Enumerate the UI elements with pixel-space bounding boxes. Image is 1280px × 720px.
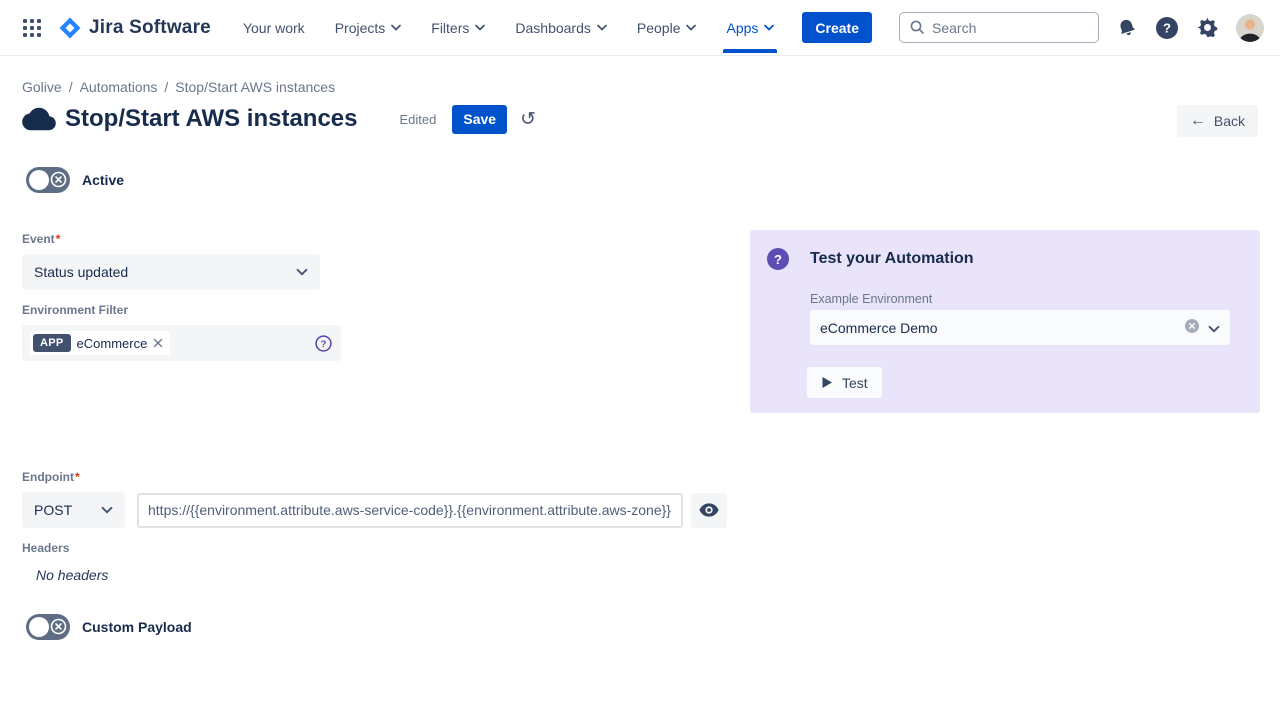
tag-type-badge: APP xyxy=(33,334,71,352)
primary-nav: Your work Projects Filters Dashboards Pe… xyxy=(243,20,774,36)
environment-tag: APP eCommerce xyxy=(30,331,170,355)
no-headers-text: No headers xyxy=(36,567,108,583)
jira-logo[interactable]: Jira Software xyxy=(58,16,211,40)
play-icon xyxy=(821,376,833,389)
breadcrumb: Golive / Automations / Stop/Start AWS in… xyxy=(22,79,335,95)
user-avatar[interactable] xyxy=(1236,14,1264,42)
nav-item-apps[interactable]: Apps xyxy=(726,20,774,36)
undo-icon[interactable]: ↺ xyxy=(520,110,536,129)
svg-text:?: ? xyxy=(321,339,327,350)
top-navigation: Jira Software Your work Projects Filters… xyxy=(0,0,1280,56)
nav-item-people[interactable]: People xyxy=(637,20,697,36)
tag-remove-icon[interactable] xyxy=(153,338,163,348)
chevron-down-icon xyxy=(764,24,774,31)
nav-item-your-work[interactable]: Your work xyxy=(243,20,305,36)
breadcrumb-separator: / xyxy=(69,79,73,95)
chevron-down-icon xyxy=(1208,320,1220,336)
nav-item-projects[interactable]: Projects xyxy=(335,20,402,36)
toggle-knob xyxy=(29,170,49,190)
page-header: Stop/Start AWS instances Edited Save ↺ xyxy=(22,101,536,137)
grid-icon xyxy=(23,19,41,37)
toggle-knob xyxy=(29,617,49,637)
custom-payload-label: Custom Payload xyxy=(82,619,192,635)
edited-status: Edited xyxy=(400,112,437,127)
breadcrumb-automations[interactable]: Automations xyxy=(80,79,158,95)
search-icon xyxy=(909,19,925,40)
toggle-off-x-icon xyxy=(50,618,67,638)
nav-item-filters[interactable]: Filters xyxy=(431,20,485,36)
page-title: Stop/Start AWS instances xyxy=(65,105,358,133)
chevron-down-icon xyxy=(391,24,401,31)
nav-item-dashboards[interactable]: Dashboards xyxy=(515,20,607,36)
test-panel-title: Test your Automation xyxy=(810,250,974,268)
headers-label: Headers xyxy=(22,541,108,555)
breadcrumb-current: Stop/Start AWS instances xyxy=(175,79,335,95)
clear-selection-icon[interactable] xyxy=(1185,319,1199,336)
endpoint-label: Endpoint* xyxy=(22,470,727,484)
help-question-icon: ? xyxy=(767,248,789,270)
chevron-down-icon xyxy=(686,24,696,31)
chevron-down-icon xyxy=(296,268,308,276)
environment-filter-field[interactable]: APP eCommerce ? xyxy=(22,325,341,361)
jira-diamond-icon xyxy=(58,16,82,40)
example-environment-label: Example Environment xyxy=(810,292,932,306)
required-marker: * xyxy=(75,470,80,484)
endpoint-group: Endpoint* POST xyxy=(22,470,727,528)
chevron-down-icon xyxy=(597,24,607,31)
search-input[interactable] xyxy=(899,12,1099,43)
tag-value: eCommerce xyxy=(77,336,148,351)
custom-payload-toggle[interactable] xyxy=(26,614,70,640)
notifications-bell-icon[interactable] xyxy=(1116,17,1138,39)
settings-gear-icon[interactable] xyxy=(1196,16,1219,39)
test-button[interactable]: Test xyxy=(807,367,882,398)
breadcrumb-golive[interactable]: Golive xyxy=(22,79,62,95)
active-label: Active xyxy=(82,172,124,188)
active-toggle-row: Active xyxy=(26,167,124,193)
search-box xyxy=(899,12,1099,43)
breadcrumb-separator: / xyxy=(164,79,168,95)
required-marker: * xyxy=(56,232,61,246)
headers-group: Headers No headers xyxy=(22,541,108,583)
svg-text:?: ? xyxy=(1163,20,1171,35)
back-button[interactable]: ← Back xyxy=(1177,105,1258,137)
event-label: Event* xyxy=(22,232,320,246)
environment-filter-help-icon[interactable]: ? xyxy=(315,335,332,352)
example-environment-select[interactable]: eCommerce Demo xyxy=(810,310,1230,345)
active-toggle[interactable] xyxy=(26,167,70,193)
environment-filter-group: Environment Filter APP eCommerce ? xyxy=(22,303,341,361)
http-method-select[interactable]: POST xyxy=(22,492,125,528)
event-select[interactable]: Status updated xyxy=(22,254,320,290)
test-automation-panel: ? Test your Automation Example Environme… xyxy=(750,230,1260,413)
endpoint-url-input[interactable] xyxy=(137,493,683,528)
chevron-down-icon xyxy=(475,24,485,31)
toggle-off-x-icon xyxy=(50,171,67,191)
create-button[interactable]: Create xyxy=(802,12,872,43)
event-field-group: Event* Status updated xyxy=(22,232,320,290)
back-arrow-icon: ← xyxy=(1190,113,1206,129)
app-title: Jira Software xyxy=(89,17,211,39)
save-button[interactable]: Save xyxy=(452,105,507,134)
preview-eye-icon[interactable] xyxy=(691,493,727,528)
custom-payload-row: Custom Payload xyxy=(26,614,192,640)
help-icon[interactable]: ? xyxy=(1155,16,1179,40)
nav-right-group: ? xyxy=(899,12,1264,43)
app-switcher-icon[interactable] xyxy=(16,12,48,44)
cloud-icon xyxy=(22,105,56,133)
chevron-down-icon xyxy=(101,506,113,514)
environment-filter-label: Environment Filter xyxy=(22,303,341,317)
